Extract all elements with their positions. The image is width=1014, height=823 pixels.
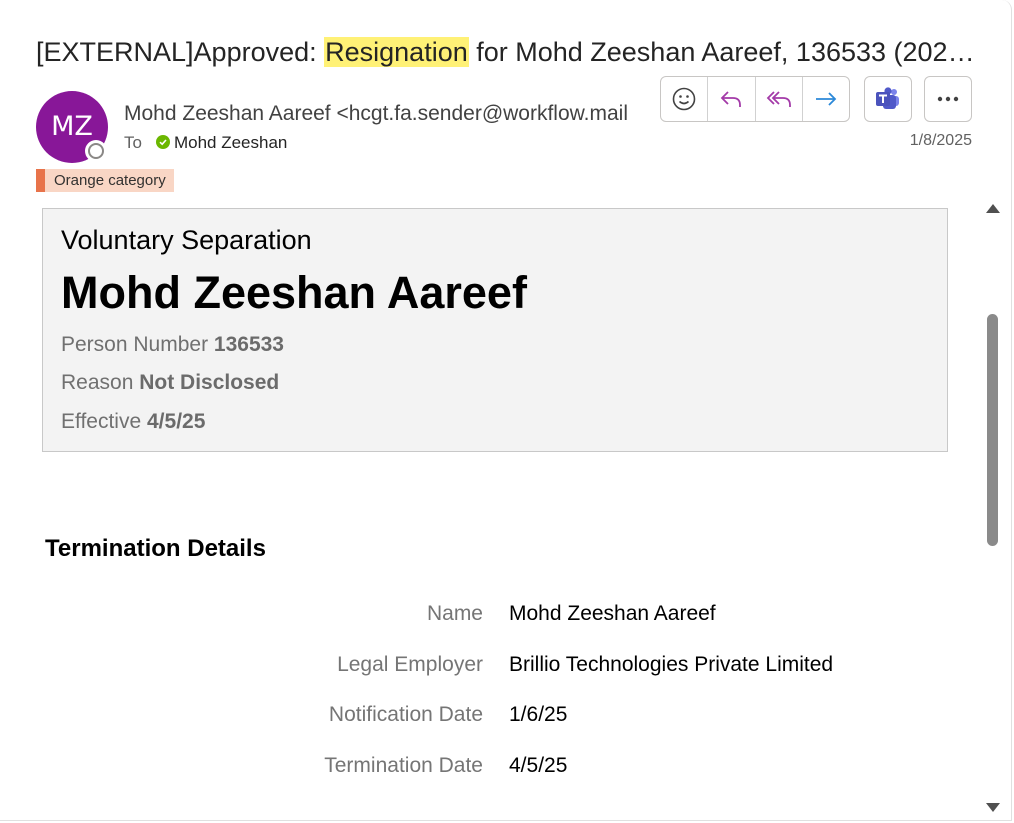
- separation-type: Voluntary Separation: [61, 225, 312, 255]
- employee-name: Mohd Zeeshan Aareef: [61, 267, 527, 318]
- vertical-scrollbar[interactable]: [982, 196, 1004, 820]
- detail-value: 1/6/25: [509, 703, 568, 726]
- detail-label: Name: [426, 602, 483, 625]
- more-actions-button[interactable]: [924, 76, 972, 122]
- separation-summary-card: Voluntary Separation Mohd Zeeshan Aareef…: [42, 208, 948, 452]
- scroll-thumb[interactable]: [987, 314, 998, 546]
- reason-line: Reason Not Disclosed: [61, 371, 279, 395]
- detail-value: Brillio Technologies Private Limited: [509, 653, 834, 676]
- scroll-up-arrow-icon[interactable]: [986, 204, 1000, 213]
- person-number-line: Person Number 136533: [61, 333, 284, 357]
- person-number-value: 136533: [213, 333, 284, 356]
- forward-button[interactable]: [803, 77, 849, 121]
- scroll-down-arrow-icon[interactable]: [986, 803, 1000, 812]
- recipient-name[interactable]: Mohd Zeeshan: [174, 133, 287, 152]
- sent-date: 1/8/2025: [909, 132, 972, 149]
- available-presence-icon: [155, 135, 170, 149]
- sender-address[interactable]: Mohd Zeeshan Aareef <hcgt.fa.sender@work…: [124, 100, 628, 128]
- message-actions: [660, 76, 850, 122]
- emoji-icon: [672, 87, 696, 111]
- to-label: To: [124, 133, 142, 152]
- category-tag[interactable]: Orange category: [36, 169, 174, 192]
- detail-value: Mohd Zeeshan Aareef: [509, 602, 716, 625]
- reply-all-icon: [766, 91, 791, 107]
- effective-value: 4/5/25: [147, 410, 206, 433]
- subject-prefix: [EXTERNAL]Approved:: [36, 37, 325, 67]
- person-number-label: Person Number: [61, 333, 214, 356]
- more-icon: [937, 96, 959, 102]
- teams-icon: [876, 87, 899, 109]
- reason-value: Not Disclosed: [139, 371, 280, 394]
- detail-label: Termination Date: [324, 754, 483, 777]
- subject-suffix: for Mohd Zeeshan Aareef, 136533 (202…: [468, 37, 975, 67]
- email-subject: [EXTERNAL]Approved: Resignation for Mohd…: [36, 32, 976, 72]
- forward-icon: [815, 92, 837, 106]
- detail-value: 4/5/25: [509, 754, 568, 777]
- reply-icon: [721, 91, 742, 107]
- emoji-reaction-button[interactable]: [661, 77, 709, 121]
- effective-line: Effective 4/5/25: [61, 410, 205, 434]
- reason-label: Reason: [61, 371, 140, 394]
- reply-button[interactable]: [708, 77, 756, 121]
- detail-label: Legal Employer: [337, 653, 483, 676]
- presence-status-icon: [88, 143, 104, 159]
- effective-label: Effective: [61, 410, 147, 433]
- termination-details-heading: Termination Details: [45, 535, 266, 562]
- share-to-teams-button[interactable]: [864, 76, 912, 122]
- recipients-row: To Mohd Zeeshan: [124, 131, 287, 155]
- detail-label: Notification Date: [328, 703, 483, 726]
- subject-search-highlight: Resignation: [324, 37, 469, 67]
- reply-all-button[interactable]: [756, 77, 803, 121]
